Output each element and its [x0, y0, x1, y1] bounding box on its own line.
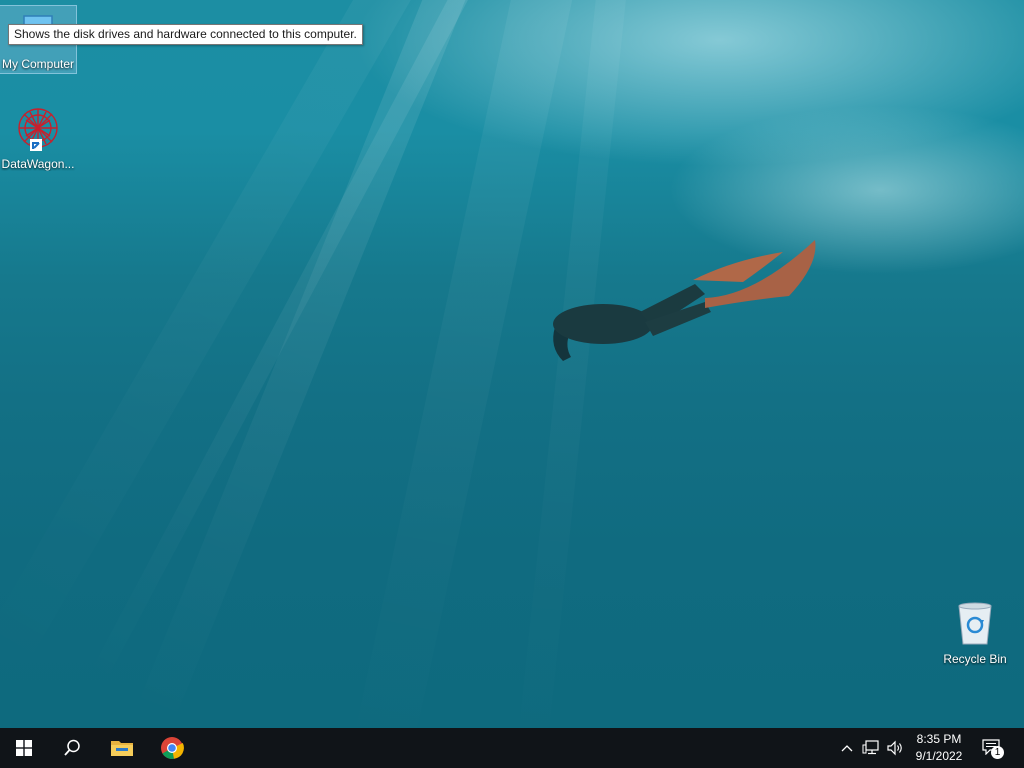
start-button[interactable]	[0, 728, 48, 768]
desktop-icon-datawagon[interactable]: DataWagon...	[0, 106, 76, 171]
windows-start-icon	[16, 740, 32, 756]
show-hidden-icons-button[interactable]	[837, 738, 857, 758]
action-center-button[interactable]: 1	[972, 728, 1012, 768]
desktop[interactable]: My Computer Shows the disk drives and ha…	[0, 0, 1024, 728]
volume-button[interactable]	[885, 738, 905, 758]
taskbar-file-explorer[interactable]	[98, 728, 146, 768]
datawagon-icon	[18, 108, 58, 151]
diver-silhouette	[553, 240, 816, 361]
search-button[interactable]	[48, 728, 96, 768]
file-explorer-icon	[111, 741, 133, 756]
desktop-icon-recycle-bin[interactable]: Recycle Bin	[937, 600, 1013, 666]
notification-count-badge: 1	[991, 746, 1004, 759]
network-icon	[862, 740, 879, 755]
chevron-up-icon	[841, 745, 853, 752]
clock-date: 9/1/2022	[915, 749, 963, 763]
taskbar: 8:35 PM 9/1/2022 1	[0, 728, 1024, 768]
desktop-icon-label: DataWagon...	[1, 157, 75, 171]
recycle-bin-icon	[958, 602, 992, 645]
taskbar-clock[interactable]: 8:35 PM 9/1/2022	[906, 731, 972, 765]
taskbar-chrome[interactable]	[148, 728, 196, 768]
clock-time: 8:35 PM	[916, 732, 962, 746]
desktop-icon-label: My Computer	[1, 57, 75, 71]
network-button[interactable]	[861, 738, 881, 758]
search-icon	[64, 739, 80, 756]
tooltip: Shows the disk drives and hardware conne…	[8, 24, 363, 45]
desktop-icon-label: Recycle Bin	[943, 652, 1007, 666]
volume-icon	[887, 740, 902, 756]
chrome-icon	[161, 737, 184, 759]
